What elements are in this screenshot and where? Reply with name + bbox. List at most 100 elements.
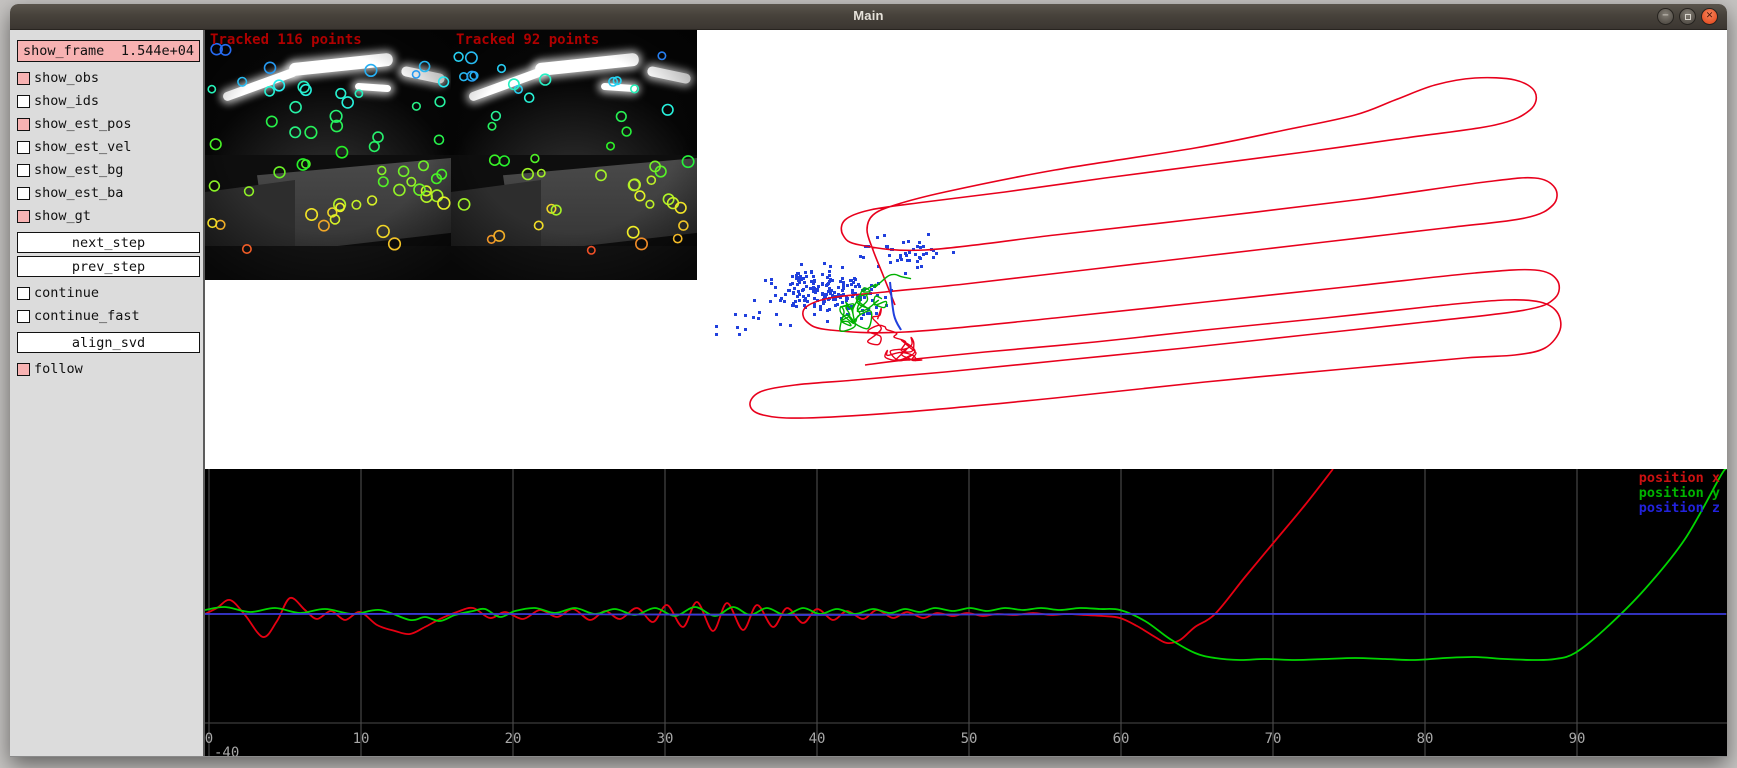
- close-button[interactable]: ✕: [1701, 8, 1718, 25]
- camera-image-0[interactable]: Tracked 116 points: [205, 30, 451, 280]
- checkbox-box-show_est_ba[interactable]: [17, 187, 30, 200]
- plot-series-y: [205, 469, 1726, 660]
- blue-landmark-dot: [831, 294, 834, 297]
- feature-circle: [435, 97, 445, 107]
- checkbox-show_est_vel[interactable]: show_est_vel: [17, 140, 200, 154]
- title-bar[interactable]: Main ─ ✕: [10, 4, 1727, 30]
- feature-circle: [208, 86, 215, 93]
- feature-circle: [628, 227, 639, 238]
- frame-slider[interactable]: show_frame1.544e+04: [17, 40, 200, 62]
- blue-landmark-dot: [842, 281, 845, 284]
- feature-circle: [535, 221, 543, 229]
- blue-landmark-dot: [813, 313, 816, 316]
- blue-landmark-dot: [907, 240, 910, 243]
- checkbox-show_est_bg[interactable]: show_est_bg: [17, 163, 200, 177]
- checkbox-continue_fast[interactable]: continue_fast: [17, 309, 200, 323]
- feature-circle: [210, 139, 221, 150]
- maximize-icon: [1685, 14, 1691, 20]
- blue-landmark-dot: [833, 291, 836, 294]
- blue-landmark-dot: [764, 279, 767, 282]
- blue-landmark-dot: [769, 300, 772, 303]
- main-area: Tracked 116 points Tracked 92 points 0102…: [205, 30, 1727, 757]
- blue-landmark-dot: [827, 290, 830, 293]
- feature-circle: [319, 220, 329, 230]
- checkbox-box-show_est_bg[interactable]: [17, 164, 30, 177]
- plot-canvas: [205, 469, 1727, 757]
- blue-landmark-dot: [736, 326, 739, 329]
- feature-circle: [243, 245, 251, 253]
- blue-landmark-dot: [902, 241, 905, 244]
- feature-circle: [631, 85, 639, 93]
- checkbox-box-show_est_vel[interactable]: [17, 141, 30, 154]
- y-axis-label-neg40: -40: [214, 745, 239, 757]
- checkbox-box-follow[interactable]: [17, 363, 30, 376]
- feature-circle: [658, 52, 665, 59]
- checkbox-box-continue_fast[interactable]: [17, 310, 30, 323]
- checkbox-box-show_ids[interactable]: [17, 95, 30, 108]
- feature-circle: [588, 247, 595, 254]
- blue-landmark-dot: [774, 294, 777, 297]
- feature-circle: [399, 166, 409, 176]
- feature-circle: [290, 102, 301, 113]
- blue-landmark-dot: [783, 300, 786, 303]
- checkbox-show_est_pos[interactable]: show_est_pos: [17, 117, 200, 131]
- feature-circle: [274, 80, 285, 91]
- checkbox-show_ids[interactable]: show_ids: [17, 94, 200, 108]
- checkbox-box-show_est_pos[interactable]: [17, 118, 30, 131]
- minimize-button[interactable]: ─: [1657, 8, 1674, 25]
- button-next_step[interactable]: next_step: [17, 232, 200, 253]
- blue-landmark-dot: [883, 234, 886, 237]
- checkbox-label: continue_fast: [34, 308, 140, 324]
- maximize-button[interactable]: [1679, 8, 1696, 25]
- feature-circle: [414, 184, 425, 195]
- feature-circle: [629, 179, 640, 190]
- blue-landmark-dot: [884, 296, 887, 299]
- checkbox-continue[interactable]: continue: [17, 286, 200, 300]
- checkbox-show_obs[interactable]: show_obs: [17, 71, 200, 85]
- blue-landmark-dot: [775, 313, 778, 316]
- checkbox-box-show_obs[interactable]: [17, 72, 30, 85]
- feature-circle: [499, 156, 509, 166]
- position-plot[interactable]: 0102030405060708090-40position xposition…: [205, 469, 1727, 757]
- feature-circle: [365, 65, 377, 77]
- plot-legend: position xposition yposition z: [1639, 471, 1720, 516]
- blue-landmark-dot: [821, 273, 824, 276]
- feature-circle: [413, 103, 421, 111]
- feature-circle: [679, 221, 688, 230]
- feature-circle: [438, 197, 450, 209]
- tracking-status: Tracked 116 points: [210, 32, 362, 48]
- checkbox-show_est_ba[interactable]: show_est_ba: [17, 186, 200, 200]
- gt-trajectory-path: [750, 78, 1561, 418]
- checkbox-label: show_gt: [34, 208, 91, 224]
- checkbox-box-show_gt[interactable]: [17, 210, 30, 223]
- axis-marker: [890, 282, 901, 330]
- feature-circle: [210, 181, 220, 191]
- blue-landmark-dot: [804, 271, 807, 274]
- button-prev_step[interactable]: prev_step: [17, 256, 200, 277]
- feature-circle: [459, 199, 470, 210]
- window-title: Main: [10, 8, 1727, 23]
- x-tick-label: 10: [341, 731, 381, 747]
- window-content: show_frame1.544e+04 show_obs show_ids show_…: [10, 30, 1727, 757]
- feature-circle: [498, 65, 506, 73]
- checkbox-show_gt[interactable]: show_gt: [17, 209, 200, 223]
- blue-landmark-dot: [793, 287, 796, 290]
- blue-landmark-dot: [753, 299, 756, 302]
- checkbox-box-continue[interactable]: [17, 287, 30, 300]
- app-window: Main ─ ✕ show_frame1.544e+04show_obsshow…: [10, 4, 1727, 757]
- feature-overlay: [451, 30, 697, 280]
- checkbox-follow[interactable]: follow: [17, 362, 200, 376]
- feature-circle: [301, 85, 312, 96]
- feature-circle: [538, 170, 545, 177]
- feature-circle: [420, 62, 430, 72]
- blue-landmark-dot: [828, 308, 831, 311]
- feature-circle: [368, 196, 377, 205]
- blue-landmark-dot: [823, 262, 826, 265]
- feature-circle: [336, 89, 346, 99]
- camera-image-1[interactable]: Tracked 92 points: [451, 30, 697, 280]
- camera-views: Tracked 116 points Tracked 92 points: [205, 30, 698, 280]
- feature-circle: [492, 112, 501, 121]
- feature-circle: [306, 209, 317, 220]
- feature-circle: [466, 52, 477, 63]
- button-align_svd[interactable]: align_svd: [17, 332, 200, 353]
